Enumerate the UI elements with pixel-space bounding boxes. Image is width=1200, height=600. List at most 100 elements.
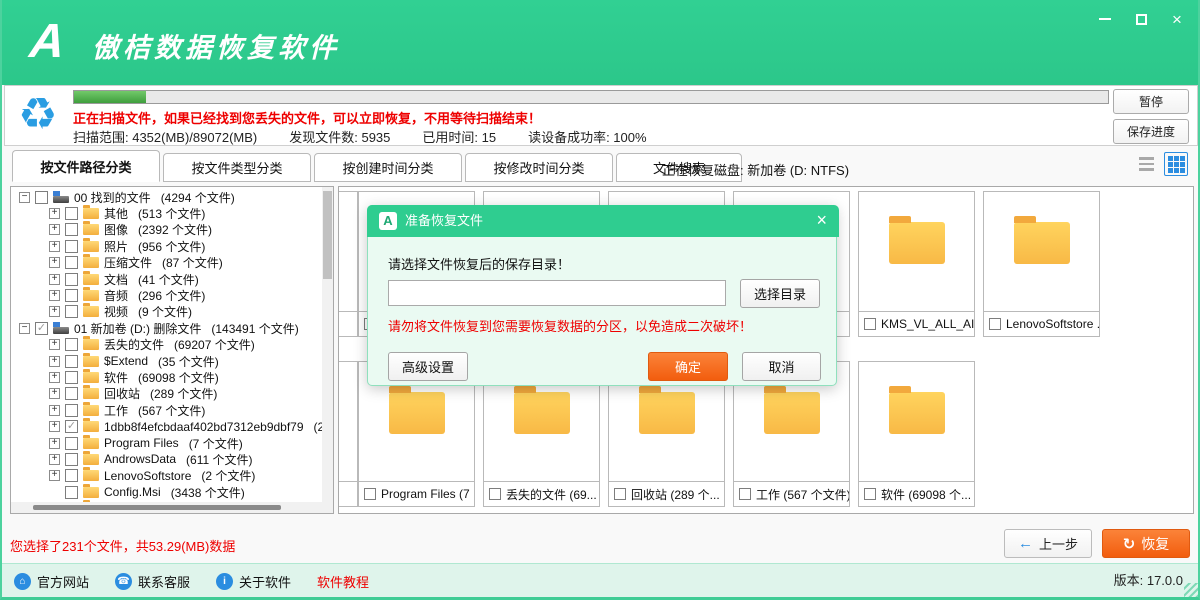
tree-checkbox[interactable] xyxy=(65,256,78,269)
tree-row[interactable]: +$Extend(35 个文件) xyxy=(11,353,324,369)
card-caption: 软件 (69098 个... xyxy=(859,481,974,506)
expander-icon[interactable]: + xyxy=(49,470,60,481)
tree-row[interactable]: +压缩文件(87 个文件) xyxy=(11,255,324,271)
card-checkbox[interactable] xyxy=(864,488,876,500)
tree-row[interactable]: +软件(69098 个文件) xyxy=(11,369,324,385)
tree-count: (35 个文件) xyxy=(158,353,219,370)
card-checkbox[interactable] xyxy=(739,488,751,500)
tree-checkbox[interactable] xyxy=(65,273,78,286)
footer-link[interactable]: ☎联系客服 xyxy=(115,572,190,591)
tree-row[interactable]: +丢失的文件(69207 个文件) xyxy=(11,337,324,353)
expander-icon[interactable]: + xyxy=(49,356,60,367)
tree-checkbox[interactable] xyxy=(65,355,78,368)
tab-item[interactable]: 按文件路径分类 xyxy=(12,150,160,182)
tree-hscrollbar-thumb[interactable] xyxy=(33,505,281,510)
pause-button[interactable]: 暂停 xyxy=(1113,89,1189,114)
tree-checkbox[interactable]: ✓ xyxy=(35,322,48,335)
tree-checkbox[interactable] xyxy=(65,338,78,351)
expander-icon[interactable]: + xyxy=(49,208,60,219)
expander-icon[interactable]: + xyxy=(49,224,60,235)
card-checkbox[interactable] xyxy=(989,318,1001,330)
tab-item[interactable]: 按文件类型分类 xyxy=(163,153,311,182)
tab-item[interactable]: 按创建时间分类 xyxy=(314,153,462,182)
close-button[interactable]: × xyxy=(1168,10,1186,28)
folder-card[interactable] xyxy=(338,191,358,337)
tree-row[interactable]: −00 找到的文件(4294 个文件) xyxy=(11,189,324,205)
tree-row[interactable]: +✓1dbb8f4efcbdaaf402bd7312eb9dbf79(231 个 xyxy=(11,418,324,434)
tree-label: 00 找到的文件 xyxy=(74,189,151,206)
grid-view-icon[interactable] xyxy=(1164,152,1188,176)
folder-card[interactable]: KMS_VL_ALL_AIO... xyxy=(858,191,975,337)
tree-checkbox[interactable] xyxy=(65,453,78,466)
tree-checkbox[interactable] xyxy=(35,191,48,204)
tree-checkbox[interactable] xyxy=(65,223,78,236)
tree-checkbox[interactable] xyxy=(65,486,78,499)
save-progress-button[interactable]: 保存进度 xyxy=(1113,119,1189,144)
expander-icon[interactable]: + xyxy=(49,290,60,301)
ok-button[interactable]: 确定 xyxy=(648,352,728,381)
tree-row[interactable]: +AndrowsData(611 个文件) xyxy=(11,451,324,467)
tree-row[interactable]: +照片(956 个文件) xyxy=(11,238,324,254)
card-checkbox[interactable] xyxy=(364,488,376,500)
tree-checkbox[interactable] xyxy=(65,240,78,253)
folder-card[interactable] xyxy=(338,361,358,507)
expander-icon[interactable]: + xyxy=(49,454,60,465)
footer-link[interactable]: ⌂官方网站 xyxy=(14,572,89,591)
card-checkbox[interactable] xyxy=(489,488,501,500)
tree-row[interactable]: −✓01 新加卷 (D:) 删除文件(143491 个文件) xyxy=(11,320,324,336)
tree-row[interactable]: +LenovoSoftstore(2 个文件) xyxy=(11,468,324,484)
tree-checkbox[interactable] xyxy=(65,371,78,384)
expander-icon[interactable]: + xyxy=(49,405,60,416)
dialog-close-icon[interactable]: × xyxy=(816,205,827,235)
expander-icon[interactable]: + xyxy=(49,257,60,268)
list-view-icon[interactable] xyxy=(1134,152,1158,176)
tree-row[interactable]: +回收站(289 个文件) xyxy=(11,386,324,402)
tree-row[interactable]: +文档(41 个文件) xyxy=(11,271,324,287)
expander-icon[interactable]: − xyxy=(19,323,30,334)
tree-checkbox[interactable] xyxy=(65,437,78,450)
tree-vscrollbar-thumb[interactable] xyxy=(323,191,332,279)
tree-checkbox[interactable] xyxy=(65,469,78,482)
tree-checkbox[interactable]: ✓ xyxy=(65,420,78,433)
maximize-button[interactable] xyxy=(1132,10,1150,28)
tree-row[interactable]: +视频(9 个文件) xyxy=(11,304,324,320)
tree-row[interactable]: +图像(2392 个文件) xyxy=(11,222,324,238)
tree-row[interactable]: +Program Files(7 个文件) xyxy=(11,435,324,451)
choose-dir-button[interactable]: 选择目录 xyxy=(740,279,820,308)
expander-icon[interactable]: + xyxy=(49,339,60,350)
folder-card[interactable]: 软件 (69098 个... xyxy=(858,361,975,507)
tree-count: (289 个文件) xyxy=(150,385,217,402)
back-button[interactable]: ← 上一步 xyxy=(1004,529,1092,558)
minimize-button[interactable] xyxy=(1096,10,1114,28)
tree-row[interactable]: +音频(296 个文件) xyxy=(11,287,324,303)
advanced-settings-button[interactable]: 高级设置 xyxy=(388,352,468,381)
expander-icon[interactable]: − xyxy=(19,192,30,203)
tab-item[interactable]: 按修改时间分类 xyxy=(465,153,613,182)
expander-icon[interactable]: + xyxy=(49,372,60,383)
tree-checkbox[interactable] xyxy=(65,207,78,220)
expander-icon[interactable]: + xyxy=(49,388,60,399)
tree-row[interactable]: +工作(567 个文件) xyxy=(11,402,324,418)
folder-icon xyxy=(83,208,99,219)
expander-icon[interactable]: + xyxy=(49,421,60,432)
tree-checkbox[interactable] xyxy=(65,387,78,400)
card-checkbox[interactable] xyxy=(864,318,876,330)
tree-checkbox[interactable] xyxy=(65,404,78,417)
resize-grip[interactable] xyxy=(1184,583,1198,597)
folder-icon xyxy=(83,454,99,465)
footer-link[interactable]: 软件教程 xyxy=(317,572,369,591)
expander-icon[interactable]: + xyxy=(49,438,60,449)
card-checkbox[interactable] xyxy=(614,488,626,500)
tree-row[interactable]: +其他(513 个文件) xyxy=(11,205,324,221)
save-dir-input[interactable] xyxy=(388,280,726,306)
tree-row[interactable]: Config.Msi(3438 个文件) xyxy=(11,484,324,500)
expander-icon[interactable]: + xyxy=(49,241,60,252)
recover-button[interactable]: ↻ 恢复 xyxy=(1102,529,1190,558)
footer-link[interactable]: i关于软件 xyxy=(216,572,291,591)
expander-icon[interactable]: + xyxy=(49,306,60,317)
tree-checkbox[interactable] xyxy=(65,305,78,318)
folder-card[interactable]: LenovoSoftstore ... xyxy=(983,191,1100,337)
expander-icon[interactable]: + xyxy=(49,274,60,285)
tree-checkbox[interactable] xyxy=(65,289,78,302)
cancel-button[interactable]: 取消 xyxy=(742,352,821,381)
